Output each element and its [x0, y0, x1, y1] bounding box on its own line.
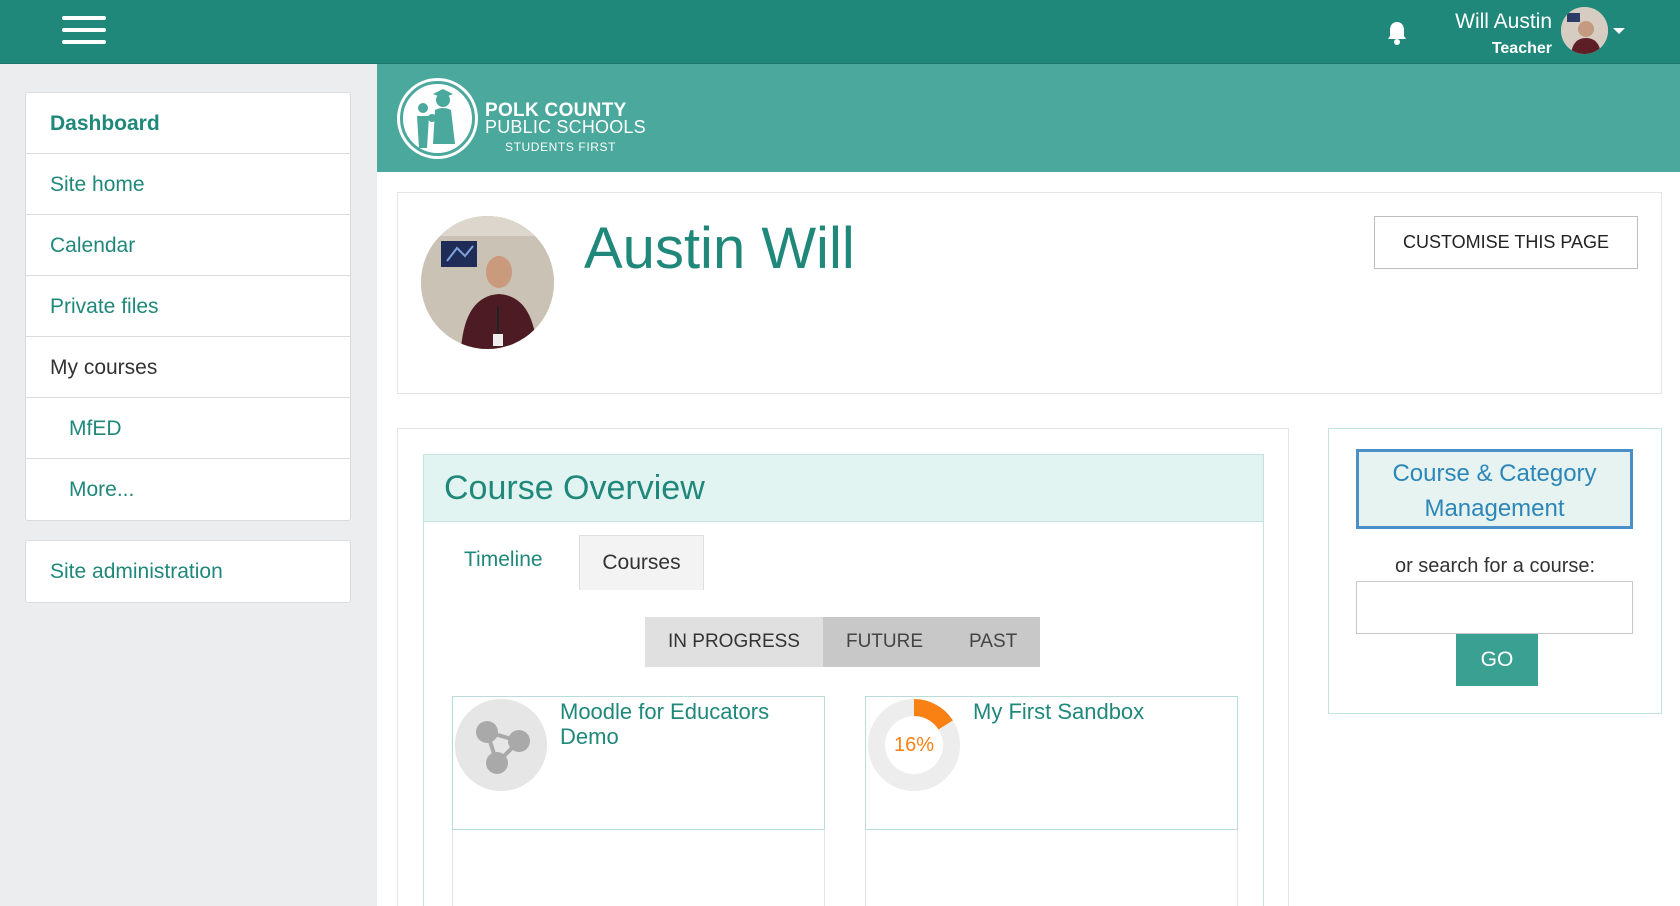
nav-item-private-files[interactable]: Private files — [26, 276, 350, 337]
course-card[interactable]: Moodle for Educators Demo — [452, 696, 825, 830]
profile-photo — [421, 216, 554, 349]
course-overview-title: Course Overview — [444, 469, 705, 507]
filter-in-progress-button[interactable]: IN PROGRESS — [645, 617, 823, 667]
hamburger-menu-icon[interactable] — [62, 16, 106, 46]
school-logo — [397, 78, 478, 159]
course-title-link[interactable]: Moodle for Educators Demo — [560, 699, 810, 749]
course-card-footer — [452, 830, 825, 906]
top-navbar: Will Austin Teacher — [0, 0, 1680, 64]
nav-item-more[interactable]: More... — [26, 459, 350, 520]
course-overview-block: Course Overview Timeline Courses IN PROG… — [397, 428, 1289, 906]
user-name[interactable]: Will Austin — [1400, 10, 1552, 34]
search-label: or search for a course: — [1394, 555, 1596, 577]
nav-item-calendar[interactable]: Calendar — [26, 215, 350, 276]
user-role: Teacher — [1491, 40, 1552, 57]
nav-list: Dashboard Site home Calendar Private fil… — [25, 92, 351, 521]
logo-text-line3: STUDENTS FIRST — [505, 140, 617, 154]
course-placeholder-icon — [455, 699, 547, 791]
course-overview-header: Course Overview — [424, 455, 1263, 522]
customise-page-button[interactable]: CUSTOMISE THIS PAGE — [1374, 216, 1638, 269]
course-category-management-button[interactable]: Course & Category Management — [1356, 449, 1633, 529]
progress-percent-label: 16% — [893, 734, 935, 756]
tab-timeline[interactable]: Timeline — [464, 548, 543, 572]
logo-text-line2: PUBLIC SCHOOLS — [485, 117, 646, 137]
course-overview-panel: Course Overview Timeline Courses IN PROG… — [423, 454, 1264, 906]
progress-ring: 16% — [868, 699, 960, 791]
tab-courses[interactable]: Courses — [579, 535, 704, 590]
course-card-footer — [865, 830, 1238, 906]
nav-item-site-administration[interactable]: Site administration — [26, 541, 350, 602]
course-search-block: Course & Category Management or search f… — [1328, 428, 1662, 714]
course-card[interactable]: 16% My First Sandbox — [865, 696, 1238, 830]
go-button[interactable]: GO — [1456, 634, 1538, 686]
admin-nav-list: Site administration — [25, 540, 351, 603]
nav-item-site-home[interactable]: Site home — [26, 154, 350, 215]
course-filter-group: IN PROGRESS FUTURE PAST — [645, 617, 1041, 667]
page-banner: POLK COUNTY PUBLIC SCHOOLS STUDENTS FIRS… — [377, 64, 1680, 172]
course-title-link[interactable]: My First Sandbox — [973, 699, 1223, 724]
filter-future-button[interactable]: FUTURE — [823, 617, 946, 667]
user-menu-caret-icon[interactable] — [1613, 28, 1625, 34]
main-content: Austin Will CUSTOMISE THIS PAGE Course O… — [377, 172, 1680, 906]
profile-card: Austin Will CUSTOMISE THIS PAGE — [397, 192, 1662, 394]
profile-name: Austin Will — [584, 216, 855, 281]
user-avatar[interactable] — [1561, 7, 1608, 54]
nav-item-dashboard[interactable]: Dashboard — [26, 93, 350, 154]
filter-past-button[interactable]: PAST — [946, 617, 1040, 667]
nav-item-mfed[interactable]: MfED — [26, 398, 350, 459]
course-search-input[interactable] — [1356, 581, 1633, 634]
nav-item-my-courses[interactable]: My courses — [26, 337, 350, 398]
